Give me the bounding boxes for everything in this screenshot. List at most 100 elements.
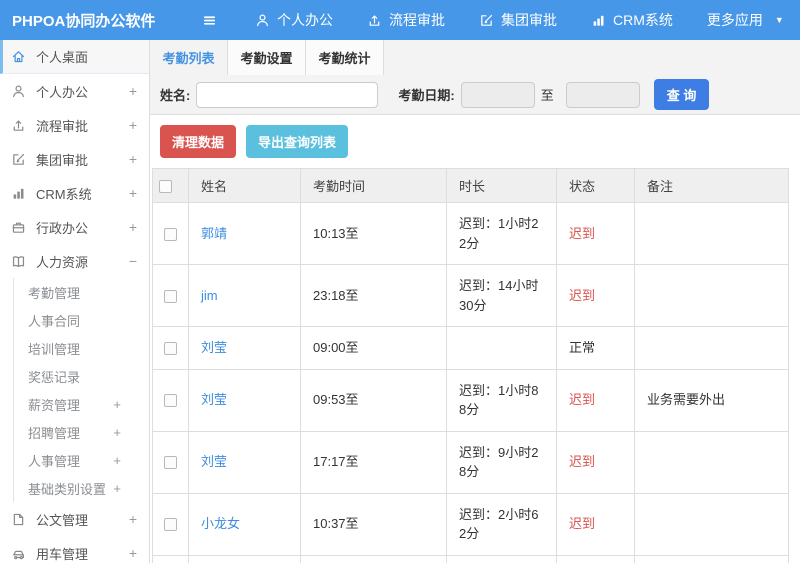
table-row: 刘莹 09:00至 正常	[152, 326, 789, 370]
sidebar-item[interactable]: 流程审批 +	[0, 108, 149, 142]
time-cell: 09:00至	[300, 326, 447, 370]
tab-bar-spacer	[384, 40, 800, 75]
col-header-name: 姓名	[188, 168, 301, 203]
row-checkbox[interactable]	[164, 518, 177, 532]
expand-toggle[interactable]: +	[129, 84, 137, 98]
sidebar-subitem-label: 考勤管理	[28, 285, 81, 301]
sidebar-subitem[interactable]: 奖惩记录	[14, 362, 149, 390]
employee-link[interactable]: jim	[201, 288, 218, 303]
time-cell: 10:37至	[300, 492, 447, 556]
name-cell: 刘莹	[188, 368, 301, 432]
name-filter-label: 姓名:	[160, 88, 191, 103]
note-cell: 1111	[634, 554, 789, 563]
expand-toggle[interactable]: +	[113, 398, 121, 411]
sidebar-item[interactable]: 人力资源 −	[0, 244, 149, 278]
table-row: 刘莹 09:53至 迟到：1小时88分 迟到 业务需要外出	[152, 368, 789, 432]
tab-attendance-stats[interactable]: 考勤统计	[306, 40, 384, 75]
table-row: jim 23:18至 迟到：14小时30分 迟到	[152, 264, 789, 327]
search-button[interactable]: 查 询	[653, 79, 710, 110]
col-header-status: 状态	[556, 168, 635, 203]
sidebar-item[interactable]: 用车管理 +	[0, 536, 149, 563]
duration-cell: 迟到：14小时30分	[446, 264, 557, 327]
top-menu-item[interactable]: CRM系统	[591, 10, 673, 30]
checkbox-cell	[152, 264, 189, 327]
status-text: 迟到	[569, 454, 596, 470]
sidebar-subitem-label: 招聘管理	[28, 425, 81, 441]
sidebar-item[interactable]: 个人桌面	[0, 40, 149, 74]
note-cell	[634, 430, 789, 494]
expand-toggle[interactable]: +	[113, 482, 121, 495]
clean-data-button[interactable]: 清理数据	[160, 125, 237, 158]
app-title: PHPOA协同办公软件	[12, 12, 156, 30]
checkbox-cell	[152, 368, 189, 432]
sidebar-item-label: 集团审批	[36, 152, 89, 168]
row-checkbox[interactable]	[164, 227, 177, 241]
top-menu-item[interactable]: 流程审批	[367, 10, 445, 30]
book-icon	[11, 254, 28, 269]
status-text: 迟到	[569, 287, 596, 303]
employee-link[interactable]: 刘莹	[201, 454, 227, 469]
employee-link[interactable]: 刘莹	[201, 340, 227, 355]
name-filter-input[interactable]	[196, 81, 379, 108]
employee-link[interactable]: 郭靖	[201, 226, 227, 241]
layout: 个人桌面 个人办公 + 流程审批 + 集团审批 + CRM系统 + 行政办公 + 人力资源 − 考勤管理人…	[0, 40, 800, 563]
row-checkbox[interactable]	[164, 342, 177, 356]
sidebar-subitem[interactable]: 培训管理	[14, 334, 149, 362]
car-icon	[11, 546, 28, 561]
top-menu-item[interactable]: 个人办公	[255, 10, 333, 30]
sidebar-subitem[interactable]: 人事管理 +	[14, 446, 149, 474]
sidebar-item-label: 人力资源	[36, 254, 89, 270]
sidebar-subitem[interactable]: 薪资管理 +	[14, 390, 149, 418]
sidebar-item-label: 个人桌面	[36, 50, 89, 65]
status-cell: 正常	[556, 326, 635, 370]
attendance-table: 姓名 考勤时间 时长 状态 备注 郭靖 10:13至 迟到：1小时22分 迟到 jim 2…	[152, 168, 789, 563]
sidebar-item[interactable]: 个人办公 +	[0, 74, 149, 108]
expand-toggle[interactable]: +	[129, 512, 137, 526]
expand-toggle[interactable]: +	[113, 426, 121, 439]
table-header-row: 姓名 考勤时间 时长 状态 备注	[152, 168, 789, 203]
expand-toggle[interactable]: +	[129, 546, 137, 560]
tab-attendance-settings[interactable]: 考勤设置	[228, 40, 306, 75]
tab-attendance-list[interactable]: 考勤列表	[150, 40, 228, 75]
chart-icon	[11, 186, 28, 201]
top-menu-item[interactable]: 更多应用 ▼	[707, 10, 784, 30]
sidebar-subitem[interactable]: 基础类别设置 +	[14, 474, 149, 502]
note-cell	[634, 264, 789, 327]
sidebar-item[interactable]: CRM系统 +	[0, 176, 149, 210]
doc-icon	[11, 512, 28, 527]
table-body: 郭靖 10:13至 迟到：1小时22分 迟到 jim 23:18至 迟到：14小时30分 迟到…	[152, 202, 789, 563]
row-checkbox[interactable]	[164, 456, 177, 470]
employee-link[interactable]: 刘莹	[201, 392, 227, 407]
sidebar-subitem[interactable]: 考勤管理	[14, 278, 149, 306]
sidebar-subitem[interactable]: 招聘管理 +	[14, 418, 149, 446]
employee-link[interactable]: 小龙女	[201, 516, 240, 531]
expand-toggle[interactable]: −	[129, 254, 137, 268]
row-checkbox[interactable]	[164, 289, 177, 303]
expand-toggle[interactable]: +	[129, 152, 137, 166]
sidebar-item[interactable]: 集团审批 +	[0, 142, 149, 176]
row-checkbox[interactable]	[164, 394, 177, 408]
expand-toggle[interactable]: +	[113, 454, 121, 467]
date-filter-label: 考勤日期:	[398, 88, 455, 103]
duration-cell	[446, 326, 557, 370]
expand-toggle[interactable]: +	[129, 186, 137, 200]
checkbox-cell	[152, 326, 189, 370]
hamburger-menu-icon[interactable]	[202, 13, 217, 28]
sidebar-item[interactable]: 行政办公 +	[0, 210, 149, 244]
status-text: 迟到	[569, 225, 596, 241]
edit-icon	[479, 13, 494, 28]
date-to-input[interactable]	[565, 81, 640, 108]
caret-down-icon: ▼	[774, 15, 784, 25]
sidebar-subitem[interactable]: 人事合同	[14, 306, 149, 334]
expand-toggle[interactable]: +	[129, 118, 137, 132]
sidebar-item[interactable]: 公文管理 +	[0, 502, 149, 536]
top-menu-item[interactable]: 集团审批	[479, 10, 557, 30]
name-cell: 管理员	[188, 554, 301, 563]
export-list-button[interactable]: 导出查询列表	[246, 125, 349, 158]
status-cell: 迟到	[556, 264, 635, 327]
date-from-input[interactable]	[460, 81, 535, 108]
col-header-duration: 时长	[446, 168, 557, 203]
sidebar-item-label: 公文管理	[36, 512, 89, 528]
expand-toggle[interactable]: +	[129, 220, 137, 234]
select-all-checkbox[interactable]	[159, 180, 172, 194]
